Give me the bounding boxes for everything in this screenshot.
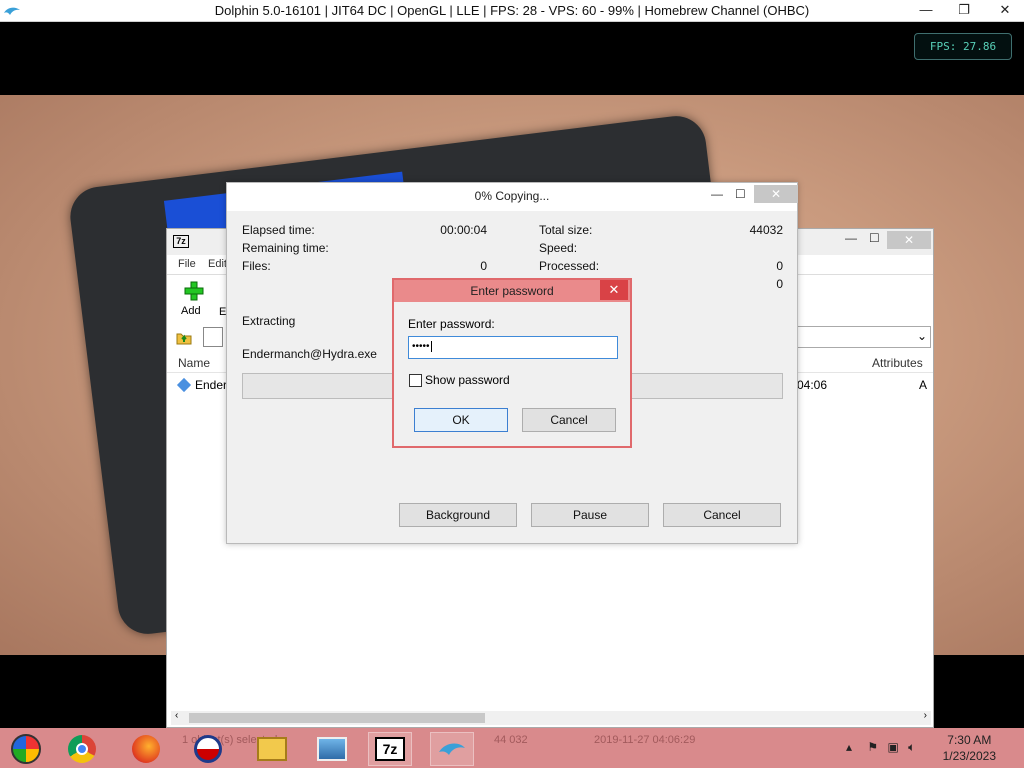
- add-button[interactable]: Add: [181, 281, 211, 317]
- system-tray: ▴ ⚑ ▣ 🔈︎: [846, 740, 915, 755]
- progress-close-button[interactable]: ✕: [754, 185, 798, 203]
- window-title: Dolphin 5.0-16101 | JIT64 DC | OpenGL | …: [214, 3, 810, 18]
- password-field[interactable]: •••••: [408, 336, 618, 359]
- password-value: •••••: [412, 341, 430, 352]
- ghost-date-text: 2019-11-27 04:06:29: [594, 734, 696, 746]
- fm-close-button[interactable]: ✕: [887, 231, 931, 249]
- chrome-icon[interactable]: [60, 732, 104, 766]
- path-icon[interactable]: [203, 327, 223, 347]
- fm-maximize-button[interactable]: ☐: [869, 231, 880, 245]
- sevenzip-logo-icon: 7z: [173, 235, 189, 248]
- photos-icon[interactable]: [310, 732, 354, 766]
- close-button[interactable]: ✕: [986, 0, 1024, 22]
- current-file: Endermanch@Hydra.exe: [242, 347, 377, 361]
- scroll-thumb[interactable]: [189, 713, 485, 723]
- show-password-label[interactable]: Show password: [425, 373, 510, 387]
- scroll-left-icon[interactable]: ‹: [175, 710, 178, 721]
- progress-titlebar: 0% Copying... — ☐ ✕: [227, 183, 798, 211]
- pause-button[interactable]: Pause: [531, 503, 649, 527]
- row-attr: A: [919, 378, 928, 392]
- dolphin-taskbar-icon[interactable]: [430, 732, 474, 766]
- files-value: 0: [480, 259, 487, 273]
- file-icon: [176, 377, 192, 393]
- row-name: Ender: [195, 378, 228, 392]
- progress-maximize-button[interactable]: ☐: [735, 187, 746, 201]
- sevenzip-icon-label: 7z: [375, 737, 405, 761]
- files-label: Files:: [242, 259, 271, 273]
- flag-icon[interactable]: ⚑: [867, 740, 878, 754]
- clock-time: 7:30 AM: [947, 733, 992, 747]
- taskbar-start-icon[interactable]: [4, 732, 48, 766]
- taskbar: 1 object(s) selected 44 032 2019-11-27 0…: [0, 728, 1024, 768]
- restore-button[interactable]: ❐: [950, 0, 978, 22]
- menu-edit[interactable]: Edit: [208, 258, 227, 270]
- clock[interactable]: 7:30 AM 1/23/2023: [943, 732, 996, 764]
- up-folder-icon[interactable]: [175, 328, 193, 346]
- dolphin-icon: [439, 743, 465, 755]
- firefox-icon[interactable]: [124, 732, 168, 766]
- password-close-button[interactable]: ✕: [600, 280, 628, 300]
- elapsed-value: 00:00:04: [440, 223, 487, 237]
- scroll-right-icon[interactable]: ›: [924, 710, 927, 721]
- clock-date: 1/23/2023: [942, 749, 996, 763]
- password-titlebar: Enter password ✕: [394, 280, 630, 302]
- tray-expand-icon[interactable]: ▴: [846, 740, 852, 754]
- horizontal-scrollbar[interactable]: ‹ ›: [171, 710, 931, 725]
- ghost-size-text: 44 032: [494, 734, 528, 746]
- col-attributes[interactable]: Attributes: [872, 356, 923, 370]
- processed-value: 0: [776, 259, 783, 273]
- processed-label: Processed:: [539, 259, 600, 273]
- plus-icon: [184, 281, 204, 301]
- total-size-value: 44032: [749, 223, 783, 237]
- ok-button[interactable]: OK: [414, 408, 508, 432]
- network-icon[interactable]: ▣: [887, 740, 898, 754]
- elapsed-label: Elapsed time:: [242, 223, 315, 237]
- political-logo-icon[interactable]: [186, 732, 230, 766]
- volume-icon[interactable]: 🔈︎: [908, 740, 915, 754]
- total-size-label: Total size:: [539, 223, 593, 237]
- col-name[interactable]: Name: [178, 356, 210, 370]
- row-time: 04:06: [797, 378, 828, 392]
- remaining-label: Remaining time:: [242, 241, 329, 255]
- progress-minimize-button[interactable]: —: [711, 187, 723, 201]
- password-cancel-button[interactable]: Cancel: [522, 408, 616, 432]
- path-dropdown[interactable]: ⌄: [797, 326, 931, 348]
- fm-minimize-button[interactable]: —: [845, 231, 857, 245]
- add-label: Add: [181, 305, 201, 317]
- sevenzip-taskbar-icon[interactable]: 7z: [368, 732, 412, 766]
- password-label: Enter password:: [408, 317, 495, 331]
- minimize-button[interactable]: —: [912, 0, 940, 22]
- password-title: Enter password: [470, 284, 554, 298]
- file-explorer-icon[interactable]: [250, 732, 294, 766]
- chevron-down-icon: ⌄: [916, 329, 927, 343]
- cancel-button[interactable]: Cancel: [663, 503, 781, 527]
- background-button[interactable]: Background: [399, 503, 517, 527]
- packed-value: 0: [776, 277, 783, 291]
- speed-label: Speed:: [539, 241, 578, 255]
- show-password-checkbox[interactable]: [409, 374, 422, 387]
- fps-overlay: FPS: 27.86: [914, 33, 1012, 60]
- status-text: Extracting: [242, 314, 296, 328]
- menu-file[interactable]: File: [178, 258, 196, 270]
- emulator-titlebar: Dolphin 5.0-16101 | JIT64 DC | OpenGL | …: [0, 0, 1024, 22]
- password-dialog: Enter password ✕ Enter password: ••••• S…: [392, 278, 632, 448]
